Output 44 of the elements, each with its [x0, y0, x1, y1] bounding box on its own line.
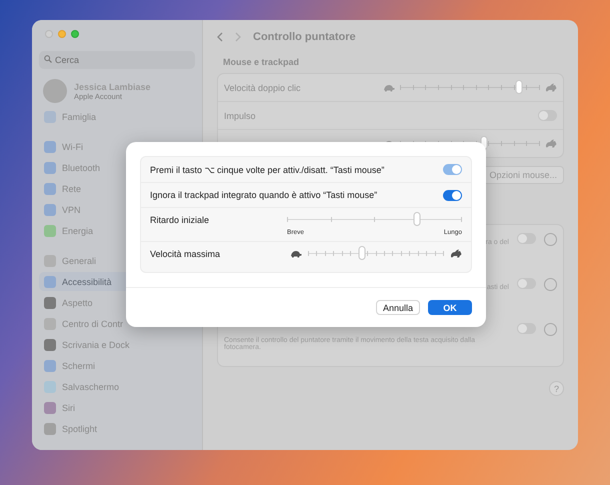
sidebar-item[interactable]: Scrivania e Dock [39, 335, 195, 354]
info-icon[interactable] [544, 323, 557, 336]
search-icon [44, 55, 52, 63]
info-icon[interactable] [544, 278, 557, 291]
toggle-switch[interactable] [517, 233, 536, 244]
row-label: Premi il tasto ⌥ cinque volte per attiv./disatt. “Tasti mouse” [150, 164, 384, 174]
close-button[interactable] [45, 30, 53, 38]
rabbit-icon [450, 249, 462, 258]
row-label: Velocità massima [150, 249, 220, 259]
turtle-icon [383, 84, 395, 92]
forward-icon[interactable] [235, 32, 241, 42]
row-label: Ritardo iniziale [150, 215, 210, 225]
search-field[interactable]: Cerca [39, 51, 195, 69]
help-button[interactable]: ? [549, 381, 564, 396]
sidebar-item[interactable]: Salvaschermo [39, 377, 195, 396]
row-label: Velocità doppio clic [224, 82, 301, 92]
zoom-button[interactable] [71, 30, 79, 38]
turtle-icon [290, 250, 302, 258]
toggle-switch[interactable] [517, 278, 536, 289]
sidebar-item[interactable]: Wi-Fi [39, 137, 195, 156]
ok-button[interactable]: OK [428, 300, 472, 315]
sidebar-item[interactable]: Centro di Contr [39, 314, 195, 333]
slider-thumb[interactable] [358, 246, 366, 260]
toggle-switch[interactable] [443, 190, 462, 200]
row-label: Impulso [224, 110, 256, 120]
sidebar-item[interactable]: Famiglia [39, 107, 195, 126]
sidebar-item[interactable]: Spotlight [39, 419, 195, 438]
row-label: Ignora il trackpad integrato quando è attivo “Tasti mouse” [150, 190, 378, 200]
sidebar-item[interactable]: Aspetto [39, 293, 195, 312]
section-title: Mouse e trackpad [223, 57, 300, 67]
back-icon[interactable] [217, 32, 223, 42]
info-icon[interactable] [544, 233, 557, 246]
cancel-button[interactable]: Annulla [376, 300, 420, 315]
rabbit-icon [545, 83, 557, 92]
rabbit-icon [545, 139, 557, 148]
avatar [43, 79, 67, 103]
sidebar-item[interactable]: Schermi [39, 356, 195, 375]
toggle-switch[interactable] [538, 110, 557, 121]
slider-thumb[interactable] [516, 80, 522, 94]
toggle-switch[interactable] [517, 323, 536, 334]
window-title: Controllo puntatore [253, 31, 356, 43]
sidebar-item[interactable]: Siri [39, 398, 195, 417]
slider-thumb[interactable] [413, 212, 420, 226]
minimize-button[interactable] [58, 30, 66, 38]
